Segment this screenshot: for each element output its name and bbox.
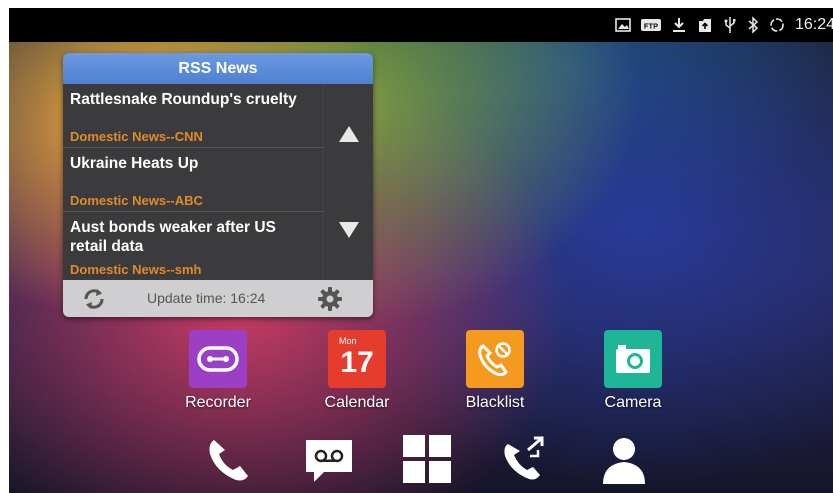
- refresh-icon[interactable]: [81, 286, 107, 312]
- status-bar: FTP 16:24: [9, 8, 833, 42]
- list-item[interactable]: Ukraine Heats Up Domestic News--ABC: [63, 148, 323, 212]
- call-forward-icon[interactable]: [498, 432, 552, 486]
- app-label: Camera: [604, 394, 662, 411]
- news-source: Domestic News--ABC: [70, 193, 203, 208]
- rss-footer: Update time: 16:24: [63, 280, 373, 317]
- recorder-icon: [189, 330, 247, 388]
- calendar-icon: Mon 17: [328, 330, 386, 388]
- list-item[interactable]: Rattlesnake Roundup's cruelty Domestic N…: [63, 84, 323, 148]
- phone-icon[interactable]: [202, 432, 256, 486]
- ftp-label: FTP: [644, 22, 658, 31]
- dock: [9, 428, 833, 493]
- news-source: Domestic News--CNN: [70, 129, 203, 144]
- app-recorder[interactable]: Recorder: [168, 330, 268, 412]
- calendar-month: Mon: [339, 336, 357, 346]
- sync-icon: [769, 17, 785, 33]
- scroll-up-icon[interactable]: [339, 126, 359, 142]
- picture-icon: [615, 18, 631, 32]
- apps-grid-icon[interactable]: [400, 432, 454, 486]
- contacts-icon[interactable]: [597, 432, 651, 486]
- rss-scroll-controls: [323, 84, 373, 280]
- usb-icon: [723, 16, 737, 34]
- rss-news-widget[interactable]: RSS News Rattlesnake Roundup's cruelty D…: [63, 53, 373, 317]
- gear-icon[interactable]: [317, 286, 343, 312]
- update-time: Update time: 16:24: [147, 290, 266, 306]
- share-icon: [697, 17, 713, 33]
- app-label: Calendar: [324, 394, 390, 411]
- calendar-day: 17: [340, 346, 374, 379]
- news-headline: Aust bonds weaker after US retail data: [70, 219, 276, 255]
- news-source: Domestic News--smh: [70, 262, 202, 277]
- app-calendar[interactable]: Mon 17 Calendar: [307, 330, 407, 412]
- scroll-down-icon[interactable]: [339, 222, 359, 238]
- list-item[interactable]: Aust bonds weaker after US retail data D…: [63, 212, 323, 280]
- home-screen: FTP 16:24 RSS News Rattlesnake Roundup's…: [9, 8, 833, 493]
- voicemail-icon[interactable]: [302, 432, 356, 486]
- app-label: Blacklist: [465, 394, 525, 411]
- rss-news-list[interactable]: Rattlesnake Roundup's cruelty Domestic N…: [63, 84, 323, 280]
- news-headline: Rattlesnake Roundup's cruelty: [70, 91, 297, 108]
- app-camera[interactable]: Camera: [583, 330, 683, 412]
- clock: 16:24: [794, 16, 833, 33]
- blacklist-icon: [466, 330, 524, 388]
- camera-icon: [604, 330, 662, 388]
- rss-widget-title: RSS News: [63, 53, 373, 84]
- app-label: Recorder: [185, 394, 251, 411]
- download-icon: [671, 17, 687, 33]
- ftp-icon: FTP: [640, 18, 661, 32]
- news-headline: Ukraine Heats Up: [70, 155, 199, 172]
- app-blacklist[interactable]: Blacklist: [445, 330, 545, 412]
- bluetooth-icon: [747, 16, 759, 34]
